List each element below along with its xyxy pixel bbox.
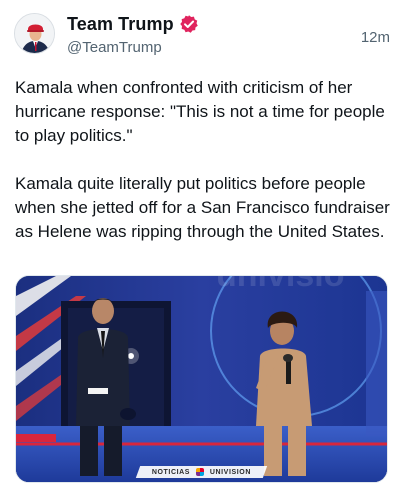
- backdrop-text: univisio: [216, 276, 344, 294]
- tweet-text: Kamala when confronted with criticism of…: [15, 76, 390, 244]
- lower-third-banner: NOTICIAS UNIVISION: [16, 466, 387, 478]
- tweet-paragraph-1: Kamala when confronted with criticism of…: [15, 78, 385, 145]
- author-handle[interactable]: @TeamTrump: [67, 39, 162, 56]
- video-frame: univisio: [16, 276, 387, 482]
- tweet-paragraph-2: Kamala quite literally put politics befo…: [15, 174, 390, 241]
- lower-third-label-right: UNIVISION: [210, 468, 252, 476]
- tweet-card: Team Trump @TeamTrump 12m Kamala when co…: [0, 0, 404, 500]
- lower-third-label-left: NOTICIAS: [151, 468, 191, 476]
- author-name-row: Team Trump: [67, 13, 199, 35]
- verified-badge-icon: [179, 14, 199, 34]
- display-name[interactable]: Team Trump: [67, 14, 174, 35]
- univision-logo-icon: [196, 468, 205, 476]
- tweet-media-video[interactable]: univisio: [15, 275, 388, 483]
- tweet-timestamp[interactable]: 12m: [361, 29, 390, 46]
- avatar-image: [15, 14, 54, 53]
- avatar[interactable]: [14, 13, 55, 54]
